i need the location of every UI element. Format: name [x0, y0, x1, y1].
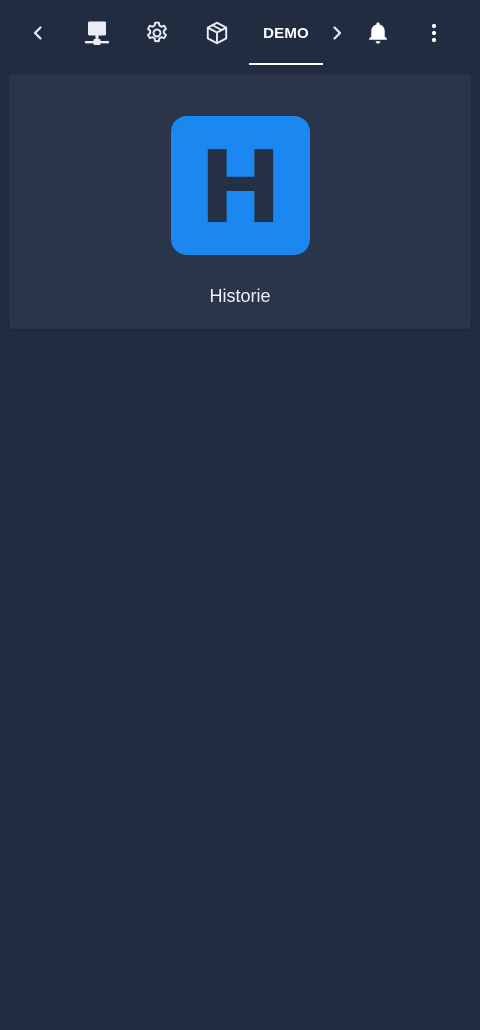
top-app-bar: DEMO [0, 0, 480, 66]
forward-button[interactable] [322, 0, 352, 66]
settings-tab[interactable] [141, 0, 173, 66]
bell-icon [369, 22, 387, 44]
package-tab[interactable] [201, 0, 233, 66]
back-button[interactable] [22, 0, 54, 66]
chevron-left-icon [33, 26, 42, 40]
cube-icon [206, 21, 228, 45]
active-tab-indicator [249, 63, 323, 65]
historie-tile-icon: H [171, 116, 310, 255]
chevron-right-icon [333, 26, 342, 40]
tab-demo[interactable]: DEMO [249, 0, 323, 66]
tile-letter: H [198, 128, 283, 246]
gear-icon [147, 21, 167, 43]
network-tab[interactable] [81, 0, 113, 66]
more-options-button[interactable] [420, 0, 448, 66]
tab-demo-label: DEMO [263, 24, 309, 42]
historie-card[interactable]: H Historie [9, 74, 471, 329]
monitor-network-icon [85, 21, 109, 45]
card-label: Historie [209, 286, 271, 306]
notifications-button[interactable] [362, 0, 394, 66]
more-vertical-icon [431, 23, 437, 43]
